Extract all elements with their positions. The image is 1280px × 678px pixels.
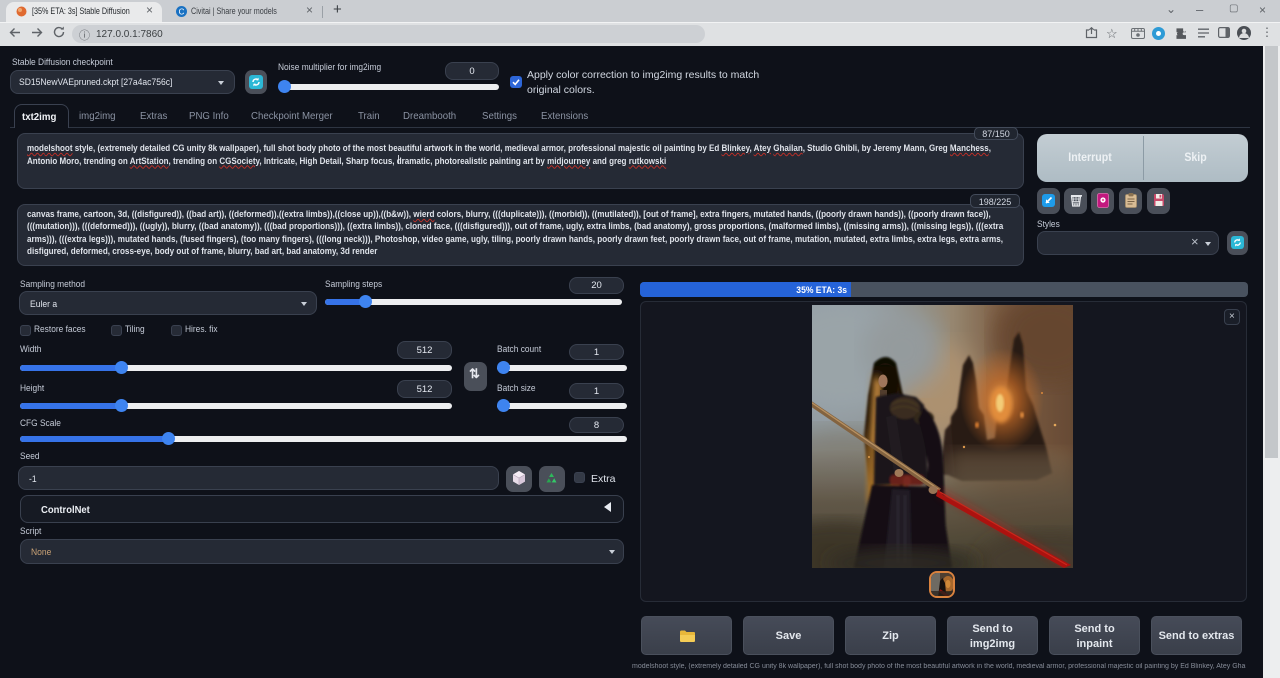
svg-text:C: C	[179, 8, 185, 17]
